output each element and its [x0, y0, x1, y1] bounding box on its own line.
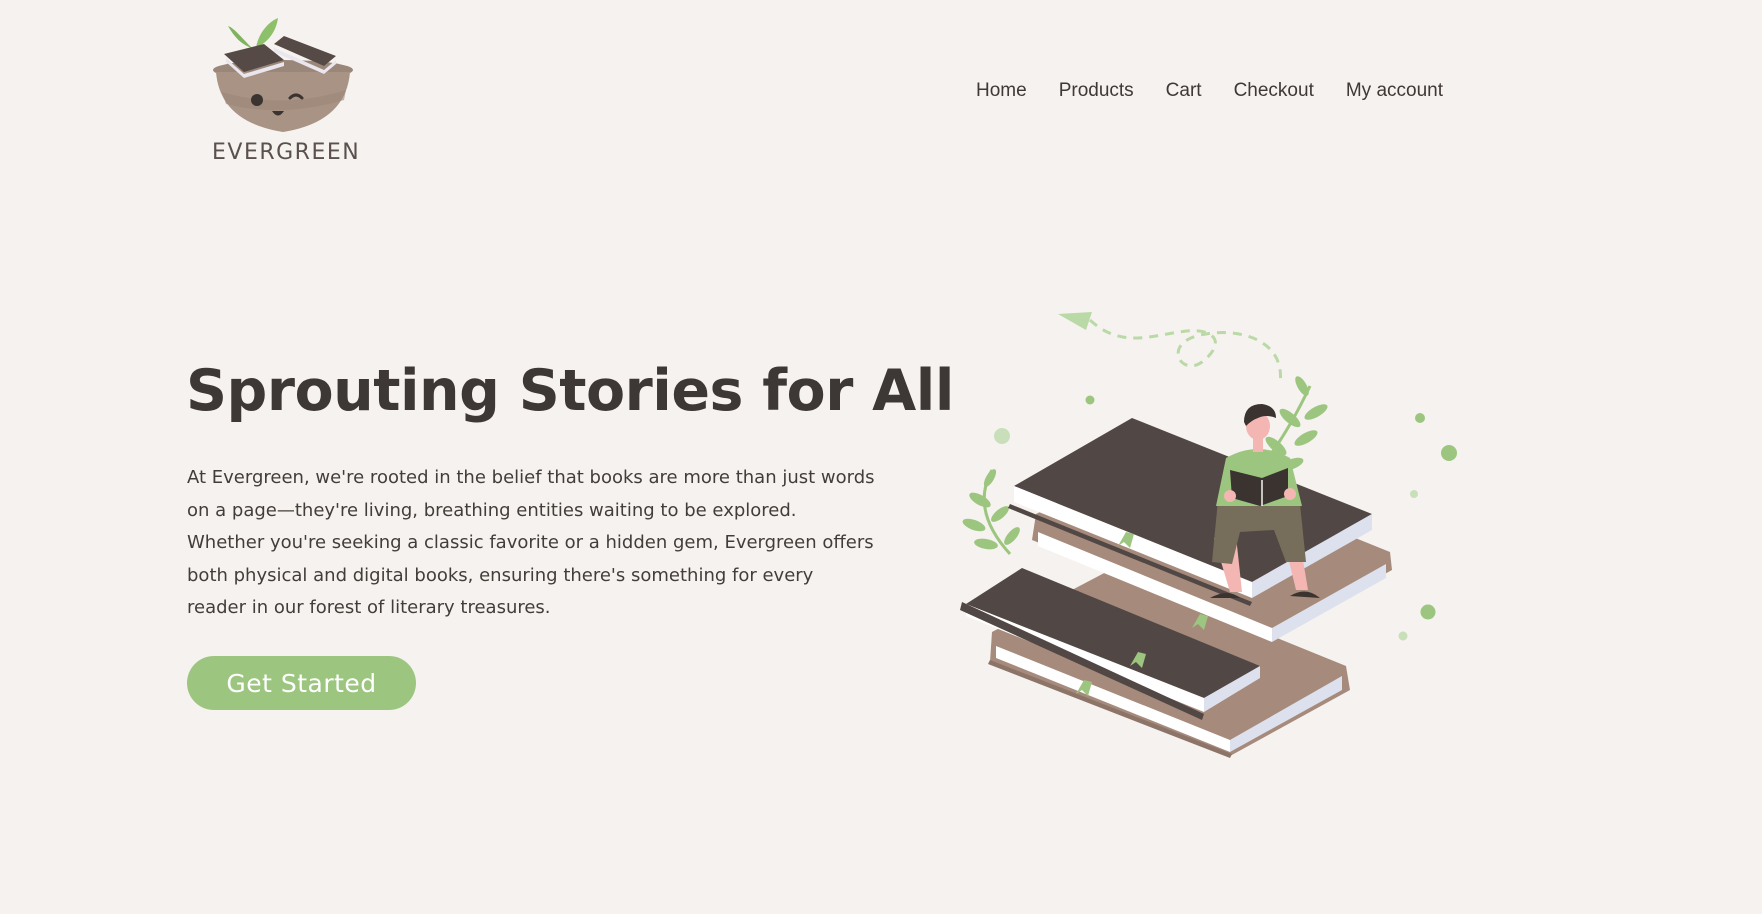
- nav-home-link[interactable]: Home: [976, 80, 1027, 102]
- nav-products-link[interactable]: Products: [1059, 80, 1134, 102]
- main-navigation: Home Products Cart Checkout My account: [976, 80, 1443, 102]
- nav-my-account-link[interactable]: My account: [1346, 80, 1443, 102]
- nav-checkout-link[interactable]: Checkout: [1234, 80, 1314, 102]
- get-started-button[interactable]: Get Started: [187, 656, 416, 710]
- person-reading-on-books-illustration: [940, 300, 1470, 770]
- evergreen-logo[interactable]: EVERGREEN: [212, 14, 361, 174]
- book-bowl-mascot-icon: [213, 18, 353, 132]
- hero-description: At Evergreen, we're rooted in the belief…: [187, 467, 875, 618]
- brand-name: EVERGREEN: [212, 140, 361, 165]
- nav-cart-link[interactable]: Cart: [1166, 80, 1202, 102]
- hero-title: Sprouting Stories for All: [186, 358, 954, 424]
